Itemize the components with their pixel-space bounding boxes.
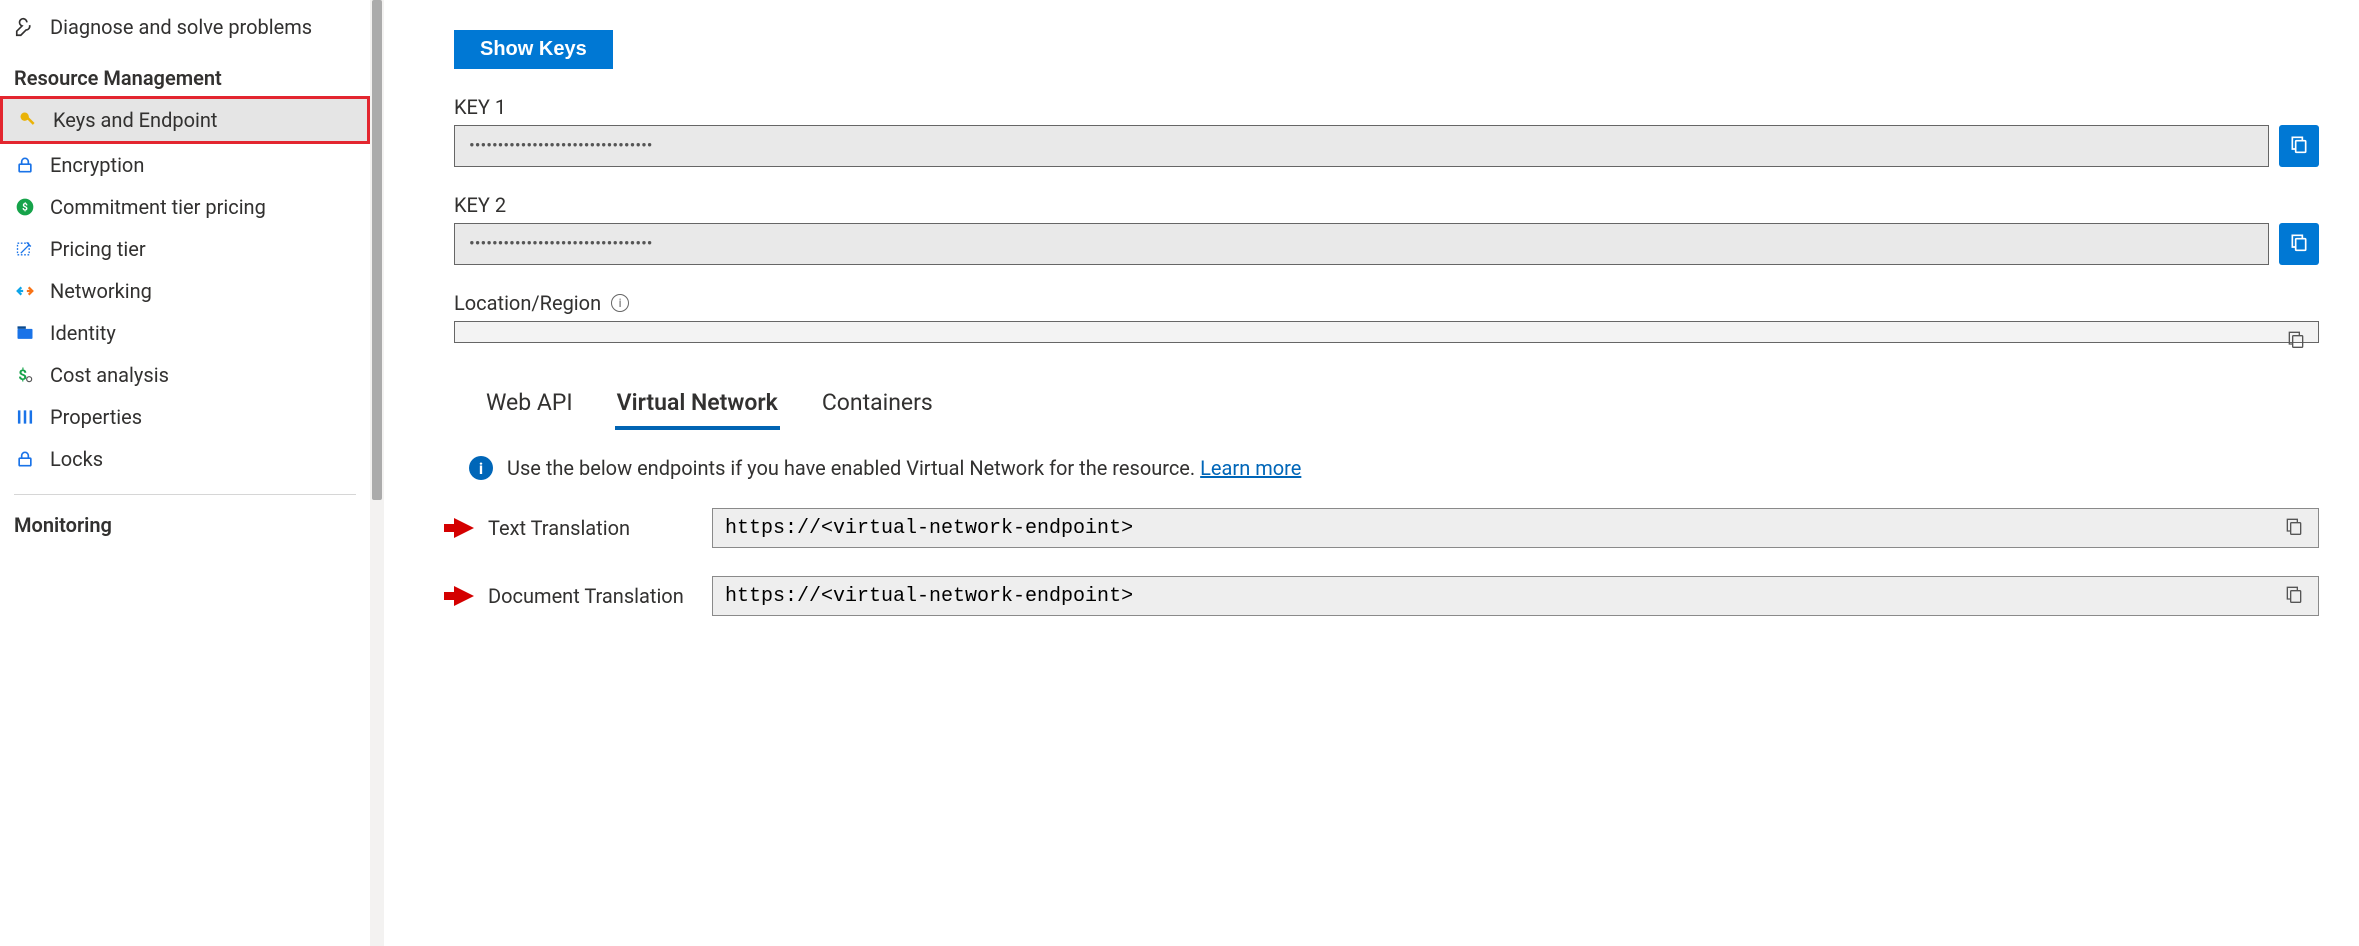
tab-virtual-network[interactable]: Virtual Network — [615, 383, 780, 430]
document-translation-input-wrap — [712, 576, 2319, 616]
sidebar-item-identity[interactable]: Identity — [0, 312, 370, 354]
sidebar-section-monitoring: Monitoring — [0, 495, 370, 543]
arrow-icon — [454, 518, 474, 538]
learn-more-link[interactable]: Learn more — [1200, 456, 1301, 480]
lock-icon — [14, 154, 36, 176]
info-icon: i — [469, 456, 493, 480]
document-translation-label: Document Translation — [488, 584, 698, 608]
document-translation-input[interactable] — [723, 584, 2280, 609]
endpoint-tabs: Web API Virtual Network Containers — [454, 383, 2319, 430]
key1-label: KEY 1 — [454, 95, 2319, 119]
key2-label: KEY 2 — [454, 193, 2319, 217]
sidebar-item-cost-analysis[interactable]: $ Cost analysis — [0, 354, 370, 396]
info-icon[interactable]: i — [611, 294, 629, 312]
sidebar-item-label: Properties — [50, 405, 142, 429]
identity-icon — [14, 322, 36, 344]
sidebar-item-label: Keys and Endpoint — [53, 108, 217, 132]
networking-icon — [14, 280, 36, 302]
sidebar-item-label: Commitment tier pricing — [50, 195, 266, 219]
cost-icon: $ — [14, 364, 36, 386]
vnet-info-bar: i Use the below endpoints if you have en… — [454, 456, 2319, 480]
pricing-icon — [14, 238, 36, 260]
key2-input[interactable] — [454, 223, 2269, 265]
sidebar-item-label: Encryption — [50, 153, 144, 177]
main-panel: Show Keys KEY 1 KEY 2 Location/Region i — [384, 0, 2359, 946]
sidebar-section-resource-mgmt: Resource Management — [0, 48, 370, 96]
sidebar-item-label: Pricing tier — [50, 237, 146, 261]
lock-icon — [14, 448, 36, 470]
sidebar-item-keys-endpoint[interactable]: Keys and Endpoint — [0, 96, 370, 144]
sidebar-item-locks[interactable]: Locks — [0, 438, 370, 480]
location-label: Location/Region i — [454, 291, 2319, 315]
sidebar-item-pricing-tier[interactable]: Pricing tier — [0, 228, 370, 270]
dollar-circle-icon: $ — [14, 196, 36, 218]
sidebar-item-properties[interactable]: Properties — [0, 396, 370, 438]
text-translation-input[interactable] — [723, 516, 2280, 541]
copy-text-endpoint-button[interactable] — [2280, 515, 2308, 541]
properties-icon — [14, 406, 36, 428]
sidebar-item-label: Diagnose and solve problems — [50, 15, 312, 39]
sidebar-item-label: Networking — [50, 279, 152, 303]
sidebar-item-diagnose[interactable]: Diagnose and solve problems — [0, 6, 370, 48]
sidebar-item-label: Locks — [50, 447, 103, 471]
arrow-icon — [454, 586, 474, 606]
info-text: Use the below endpoints if you have enab… — [507, 456, 1200, 480]
sidebar-item-label: Identity — [50, 321, 116, 345]
copy-key2-button[interactable] — [2279, 223, 2319, 265]
sidebar-item-commitment-tier[interactable]: $ Commitment tier pricing — [0, 186, 370, 228]
key-icon — [17, 109, 39, 131]
tab-web-api[interactable]: Web API — [484, 383, 575, 430]
wrench-icon — [14, 16, 36, 38]
endpoint-row-text: Text Translation — [454, 508, 2319, 548]
copy-doc-endpoint-button[interactable] — [2280, 583, 2308, 609]
endpoint-row-document: Document Translation — [454, 576, 2319, 616]
sidebar-scrollbar[interactable] — [370, 0, 384, 946]
location-input[interactable] — [454, 321, 2319, 343]
key1-input[interactable] — [454, 125, 2269, 167]
copy-key1-button[interactable] — [2279, 125, 2319, 167]
copy-location-button[interactable] — [2282, 328, 2310, 355]
copy-icon — [2289, 133, 2309, 159]
svg-text:$: $ — [22, 200, 28, 213]
tab-containers[interactable]: Containers — [820, 383, 935, 430]
sidebar: Diagnose and solve problems Resource Man… — [0, 0, 370, 946]
text-translation-label: Text Translation — [488, 516, 698, 540]
text-translation-input-wrap — [712, 508, 2319, 548]
scrollbar-thumb[interactable] — [372, 0, 382, 500]
copy-icon — [2289, 231, 2309, 257]
sidebar-item-label: Cost analysis — [50, 363, 169, 387]
svg-text:$: $ — [18, 366, 27, 384]
show-keys-button[interactable]: Show Keys — [454, 30, 613, 69]
sidebar-item-networking[interactable]: Networking — [0, 270, 370, 312]
sidebar-item-encryption[interactable]: Encryption — [0, 144, 370, 186]
